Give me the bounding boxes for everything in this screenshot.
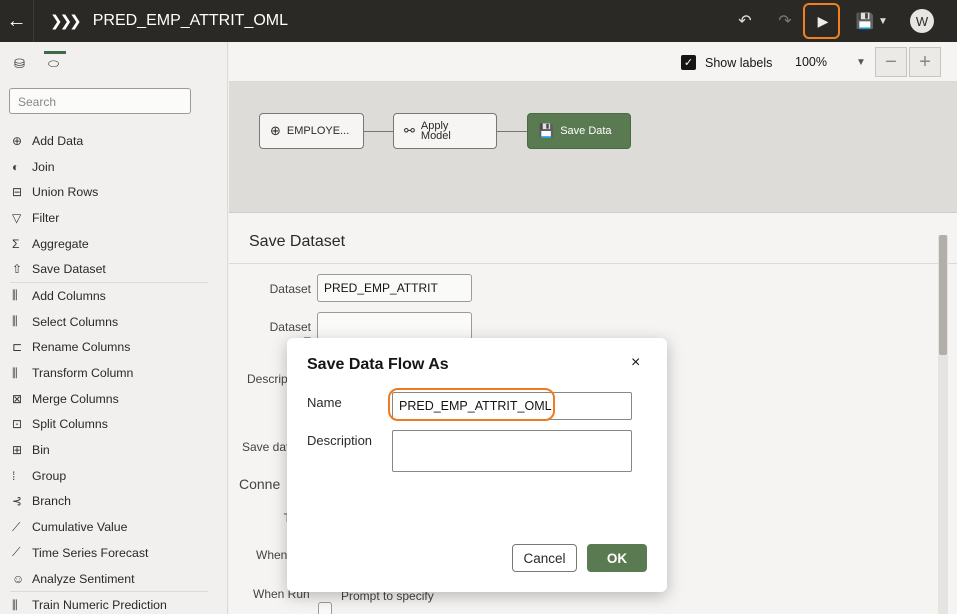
divider [229,263,957,264]
avatar[interactable]: W [910,9,934,33]
sidebar-item-add-data[interactable]: ⊕ Add Data [0,128,228,154]
zoom-out-button[interactable]: − [875,47,907,77]
sidebar-item-cumulative-value[interactable]: ⟋ Cumulative Value [0,514,228,540]
back-arrow-icon[interactable]: ← [0,0,34,42]
dataset-name-input[interactable]: PRED_EMP_ATTRIT [317,274,472,302]
save-data-label: Save dat [242,440,290,454]
connection-label: Conne [239,476,281,492]
group-icon: ⁞ [12,468,16,483]
database-icon[interactable]: ⛁ [14,56,25,72]
sidebar-item-join[interactable]: ◐ Join [0,154,228,180]
scrollbar[interactable] [938,235,948,614]
upload-icon: ⇧ [12,262,23,277]
scrollbar-thumb[interactable] [939,235,947,355]
sidebar-item-select-columns[interactable]: ⫼ Select Columns [0,309,228,335]
node-save-data[interactable]: 💾 Save Data [527,113,631,149]
dialog-title: Save Data Flow As [307,356,449,373]
description-label: Descrip [247,372,288,386]
sidebar-item-save-dataset[interactable]: ⇧ Save Dataset [0,256,228,282]
filter-icon: ▽ [12,210,22,225]
sidebar-item-aggregate[interactable]: Σ Aggregate [0,231,228,257]
sidebar-item-train-numeric-prediction[interactable]: ⫼ Train Numeric Prediction [0,592,228,614]
active-tab-indicator [44,51,66,54]
rename-columns-icon: ⊏ [12,340,23,355]
canvas-toolbar: ✓ Show labels 100% ▼ − + [229,42,957,82]
transform-column-icon: ⫼ [12,365,18,380]
connector [364,131,393,132]
zoom-in-button[interactable]: + [909,47,941,77]
dataset-label: Dataset [269,282,311,296]
run-button-highlight [803,3,840,39]
save-icon[interactable]: 💾 [855,0,875,42]
merge-columns-icon: ⊠ [12,391,23,406]
when-label: When [256,548,288,562]
flow-canvas[interactable]: ⊕ EMPLOYE... ⚯ Apply Model 💾 Save Data [229,82,957,212]
join-icon: ◐ [12,159,20,174]
save-icon: 💾 [538,123,555,138]
page-title: PRED_EMP_ATTRIT_OML [92,12,289,29]
sigma-icon: Σ [12,236,20,251]
steps-list: ⊕ Add Data ◐ Join ⊟ Union Rows ▽ Filter Σ Agg… [0,128,228,614]
redo-icon[interactable]: ↷ [773,0,797,42]
cancel-button[interactable]: Cancel [512,544,577,572]
add-columns-icon: ⫼ [12,288,18,303]
bin-icon: ⊞ [12,443,23,458]
add-data-icon: ⊕ [12,133,23,148]
split-columns-icon: ⊡ [12,417,23,432]
chevrons-right-icon: ❯❯❯ [50,13,82,30]
dataset-table-label: Dataset [269,320,311,334]
dataset-table-input[interactable] [317,312,472,340]
description-input[interactable] [392,430,632,472]
show-labels-checkbox[interactable]: ✓ [681,55,696,70]
smile-icon: ☺ [12,571,25,586]
properties-title: Save Dataset [249,233,346,250]
sidebar-item-bin[interactable]: ⊞ Bin [0,437,228,463]
close-icon[interactable]: × [631,354,640,372]
add-data-icon: ⊕ [270,123,281,138]
sidebar-tabs: ⛁ ⬭ [0,42,227,82]
sidebar-item-transform-column[interactable]: ⫼ Transform Column [0,360,228,386]
sidebar-item-branch[interactable]: ⊰ Branch [0,489,228,515]
chevron-down-icon[interactable]: ▼ [851,48,871,76]
name-label: Name [307,395,342,410]
cumulative-icon: ⟋ [12,519,21,534]
node-apply-model[interactable]: ⚯ Apply Model [393,113,497,149]
apply-model-icon: ⚯ [404,123,415,138]
sidebar-item-time-series-forecast[interactable]: ⟋ Time Series Forecast [0,540,228,566]
sidebar-item-rename-columns[interactable]: ⊏ Rename Columns [0,335,228,361]
show-labels-label: Show labels [705,56,773,70]
forecast-icon: ⟋ [12,545,21,560]
t-label: T [249,511,291,525]
zoom-level[interactable]: 100% [795,55,827,69]
steps-icon[interactable]: ⬭ [48,56,59,72]
sidebar-item-merge-columns[interactable]: ⊠ Merge Columns [0,386,228,412]
dropdown-caret-icon[interactable]: ▼ [876,0,890,42]
sidebar-item-split-columns[interactable]: ⊡ Split Columns [0,412,228,438]
sidebar-item-add-columns[interactable]: ⫼ Add Columns [0,283,228,309]
prompt-checkbox[interactable] [318,602,332,614]
train-icon: ⫼ [12,597,18,612]
ok-button[interactable]: OK [587,544,647,572]
save-data-flow-dialog: Save Data Flow As × Name PRED_EMP_ATTRIT… [287,338,667,592]
select-columns-icon: ⫼ [12,314,18,329]
sidebar-item-union-rows[interactable]: ⊟ Union Rows [0,179,228,205]
branch-icon: ⊰ [12,494,23,509]
sidebar: ⛁ ⬭ Search ⊕ Add Data ◐ Join ⊟ Union Rows ▽… [0,42,228,614]
connector [497,131,527,132]
search-input[interactable]: Search [9,88,191,114]
node-employees[interactable]: ⊕ EMPLOYE... [259,113,364,149]
sidebar-item-analyze-sentiment[interactable]: ☺ Analyze Sentiment [0,566,228,592]
sidebar-item-group[interactable]: ⁞ Group [0,463,228,489]
union-rows-icon: ⊟ [12,185,23,200]
name-input-highlight [388,388,555,421]
description-label: Description [307,433,373,448]
undo-icon[interactable]: ↶ [733,0,757,42]
sidebar-item-filter[interactable]: ▽ Filter [0,205,228,231]
